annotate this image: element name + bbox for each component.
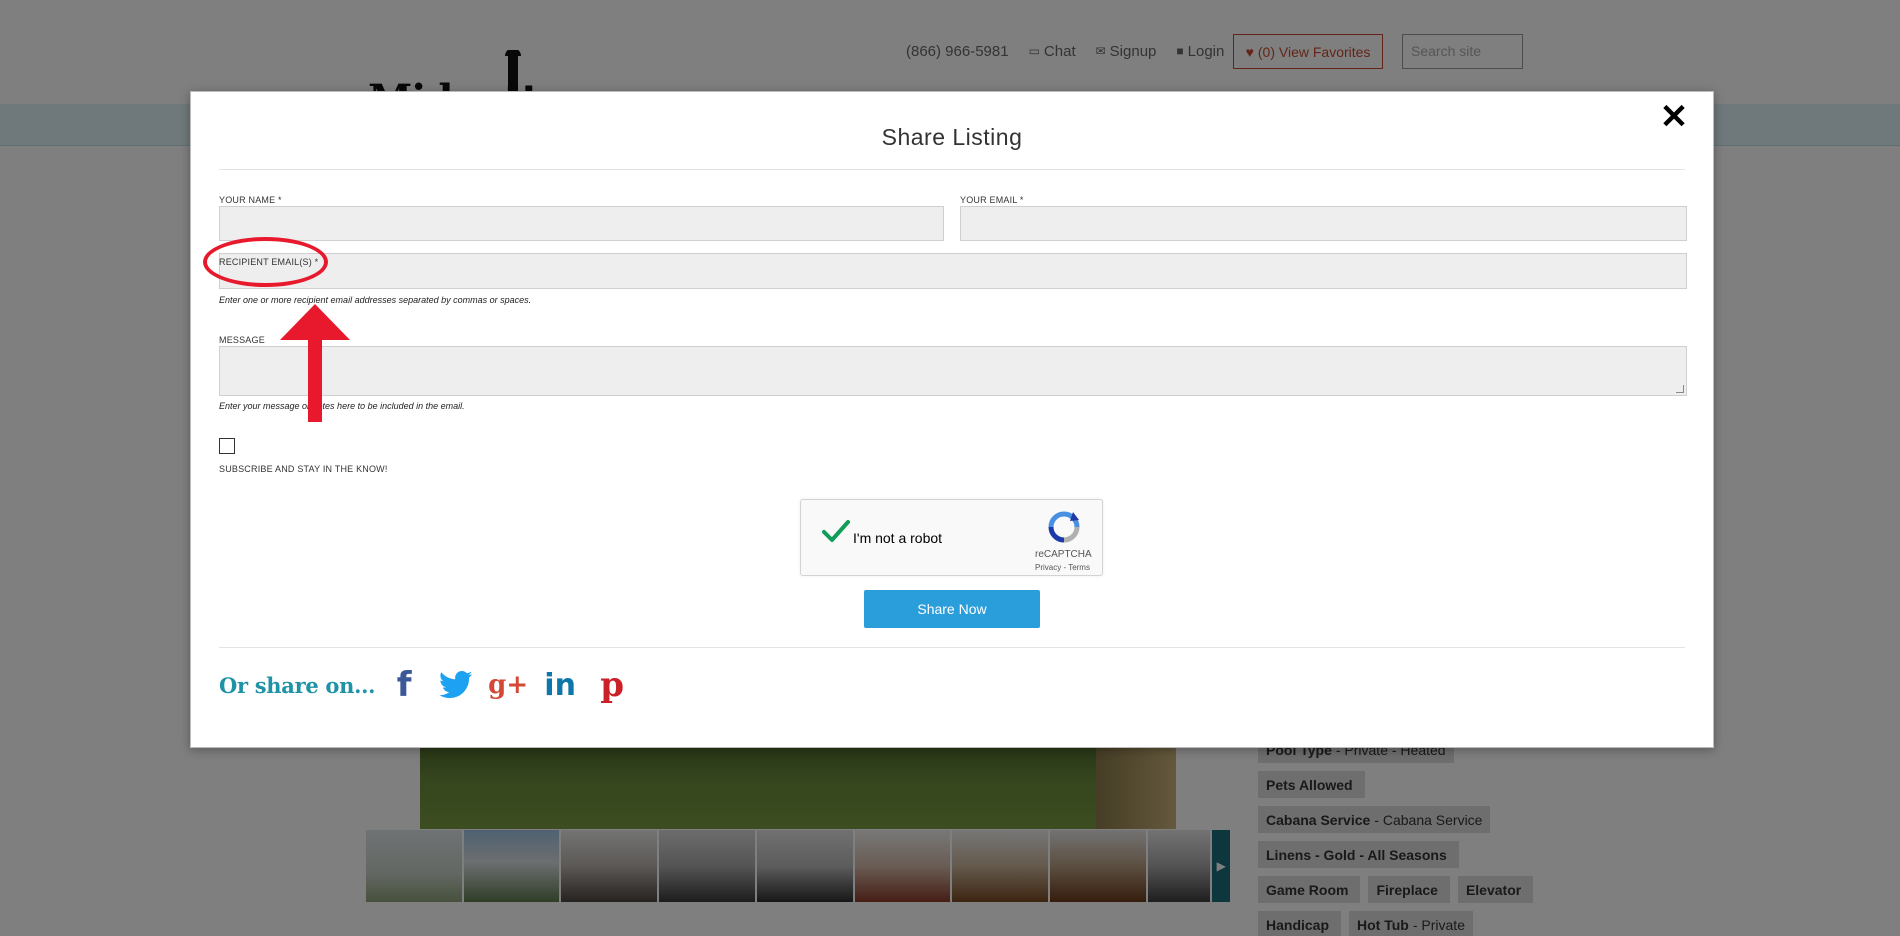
your-name-field[interactable] [219, 206, 944, 241]
recaptcha-logo-icon [1048, 511, 1080, 543]
recipient-hint: Enter one or more recipient email addres… [219, 295, 532, 305]
message-textarea[interactable] [219, 346, 1687, 396]
divider [219, 647, 1685, 648]
recaptcha-links[interactable]: Privacy - Terms [1035, 563, 1090, 572]
share-now-button[interactable]: Share Now [864, 590, 1040, 628]
recaptcha-brand: reCAPTCHA [1035, 549, 1092, 560]
subscribe-label: SUBSCRIBE AND STAY IN THE KNOW! [219, 464, 388, 474]
twitter-icon[interactable] [439, 668, 473, 702]
divider [219, 169, 1685, 170]
message-label: MESSAGE [219, 335, 265, 345]
social-share-row: Or share on... f g+ in p [219, 665, 629, 705]
recaptcha-label: I'm not a robot [853, 530, 943, 546]
recaptcha-widget: I'm not a robot reCAPTCHA Privacy - Term… [800, 499, 1103, 576]
share-on-label: Or share on... [219, 672, 376, 698]
your-email-label: YOUR EMAIL * [960, 195, 1024, 205]
your-email-field[interactable] [960, 206, 1687, 241]
twitter-bird-icon [439, 670, 473, 699]
annotation-ellipse [203, 237, 328, 287]
recipient-emails-field[interactable] [219, 253, 1687, 289]
your-name-label: YOUR NAME * [219, 195, 282, 205]
google-plus-icon[interactable]: g+ [488, 668, 528, 702]
facebook-icon[interactable]: f [387, 665, 421, 705]
pinterest-icon[interactable]: p [595, 665, 629, 705]
linkedin-icon[interactable]: in [543, 668, 577, 703]
modal-title: Share Listing [881, 124, 1023, 150]
share-listing-modal: ✕ Share Listing YOUR NAME * YOUR EMAIL *… [190, 91, 1714, 748]
subscribe-checkbox[interactable] [219, 438, 235, 454]
checkmark-icon[interactable] [821, 516, 851, 546]
resize-handle-icon[interactable] [1676, 385, 1684, 393]
annotation-arrow-icon [280, 304, 350, 422]
